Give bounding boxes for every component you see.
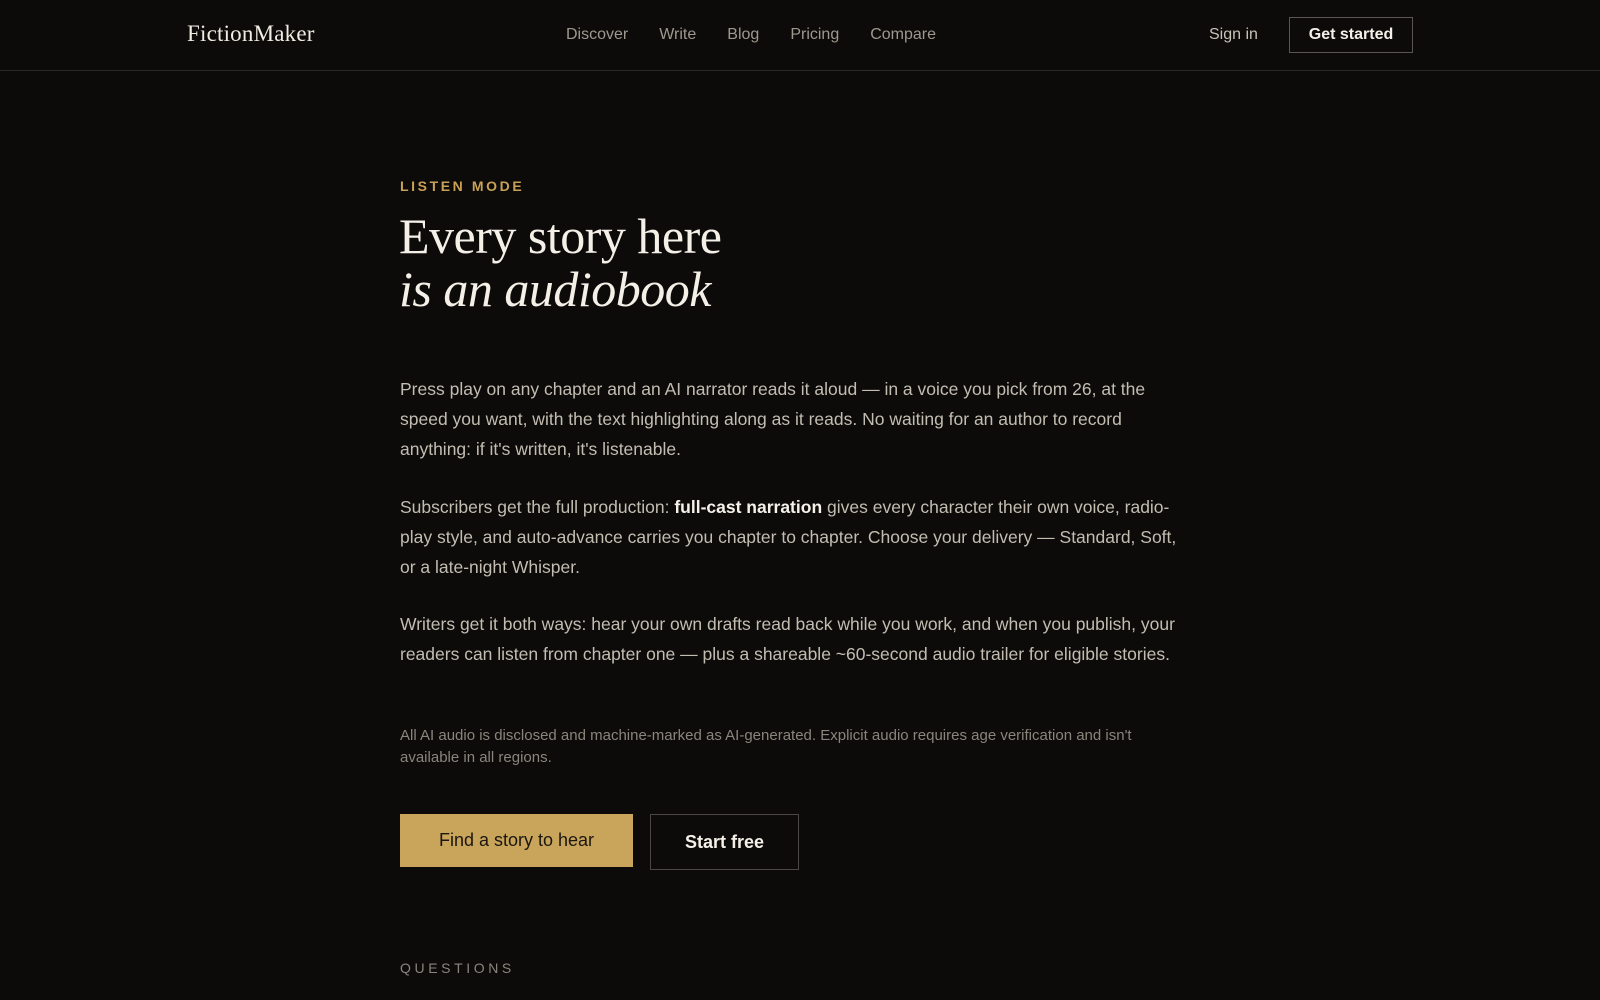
get-started-button[interactable]: Get started	[1289, 17, 1413, 53]
subscribers-paragraph: Subscribers get the full production: ful…	[400, 492, 1190, 582]
nav-link-discover[interactable]: Discover	[566, 25, 628, 45]
section-eyebrow: LISTEN MODE	[400, 178, 525, 194]
top-nav: FictionMaker Discover Write Blog Pricing…	[0, 0, 1600, 71]
headline-line-2: is an audiobook	[399, 261, 711, 317]
intro-paragraph: Press play on any chapter and an AI narr…	[400, 379, 1146, 459]
nav-link-blog[interactable]: Blog	[727, 25, 759, 45]
questions-heading: QUESTIONS	[400, 960, 515, 976]
nav-link-pricing[interactable]: Pricing	[790, 25, 839, 45]
sign-in-link[interactable]: Sign in	[1209, 25, 1258, 45]
start-free-button[interactable]: Start free	[650, 814, 799, 870]
headline-line-1: Every story here	[399, 208, 722, 264]
page-title: Every story here is an audiobook	[399, 208, 722, 317]
nav-link-write[interactable]: Write	[659, 25, 696, 45]
subscribers-text-before: Subscribers get the full production:	[400, 497, 675, 517]
nav-link-compare[interactable]: Compare	[870, 25, 936, 45]
logo[interactable]: FictionMaker	[187, 21, 315, 47]
find-story-button[interactable]: Find a story to hear	[400, 814, 633, 867]
writers-paragraph: Writers get it both ways: hear your own …	[400, 614, 1175, 664]
full-cast-highlight: full-cast narration	[674, 497, 823, 517]
nav-links: Discover Write Blog Pricing Compare	[566, 25, 936, 45]
ai-disclaimer: All AI audio is disclosed and machine-ma…	[400, 727, 1132, 766]
